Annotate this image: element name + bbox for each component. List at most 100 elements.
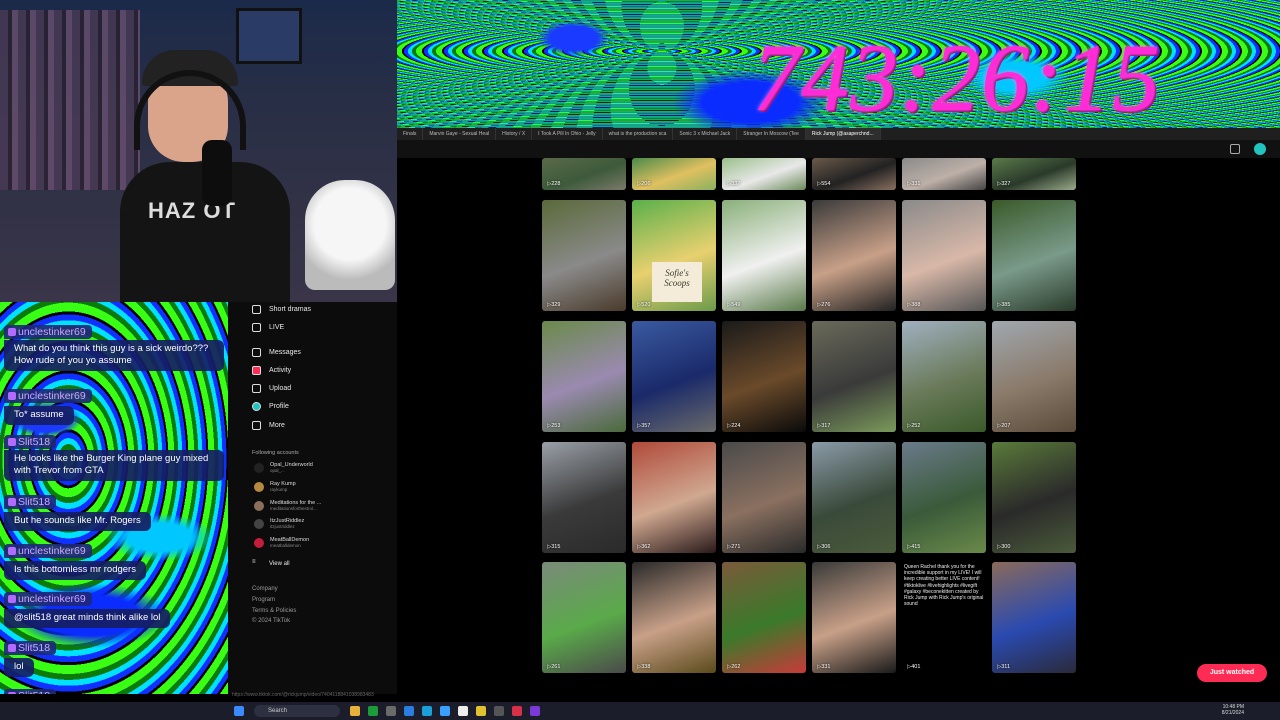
video-thumbnail[interactable]: 327 [992, 158, 1076, 190]
following-account[interactable]: Ray Kump raykump [254, 481, 296, 492]
file-explorer-icon[interactable] [350, 706, 360, 716]
video-thumbnail[interactable]: 337 [722, 158, 806, 190]
sidebar-item-short-dramas[interactable]: Short dramas [252, 305, 311, 314]
view-count: 415 [907, 544, 920, 550]
browser-tab[interactable]: Sonic 3 x Michael Jack [673, 128, 738, 140]
view-count: 311 [997, 664, 1010, 670]
chat-message-text: @slit518 great minds think alike lol [4, 609, 171, 628]
video-thumbnail[interactable]: 206 [632, 158, 716, 190]
video-thumbnail[interactable]: 315 [542, 442, 626, 553]
video-thumbnail[interactable]: 276 [812, 200, 896, 311]
chat-username[interactable]: unclestinker69 [4, 544, 92, 558]
video-thumbnail[interactable]: 271 [722, 442, 806, 553]
footer-link[interactable]: Terms & Policies [252, 608, 296, 614]
chat-username[interactable]: unclestinker69 [4, 325, 92, 339]
stream-timer: 743:26:15 [752, 24, 1161, 131]
video-thumbnail[interactable]: 549 [722, 200, 806, 311]
chat-username[interactable]: Slit518 [4, 435, 57, 449]
following-account[interactable]: Meditations for the ... meditationsforthe… [254, 500, 321, 511]
browser-tab[interactable]: Rick Jump (@asaperchnd... [805, 128, 881, 140]
chat-username[interactable]: Slit518 [4, 689, 57, 694]
app-icon-3[interactable] [512, 706, 522, 716]
chrome-icon[interactable] [458, 706, 468, 716]
account-handle: meditationsforthestrol... [270, 506, 317, 511]
sidebar-item-profile[interactable]: Profile [252, 402, 289, 411]
footer-link[interactable]: Company [252, 586, 278, 592]
sidebar-item-live[interactable]: LIVE [252, 323, 284, 332]
sidebar-item-more[interactable]: More [252, 421, 285, 430]
sidebar-item-upload[interactable]: Upload [252, 384, 291, 393]
video-thumbnail[interactable]: 262 [722, 562, 806, 673]
video-thumbnail[interactable]: 520Sofie's Scoops [632, 200, 716, 311]
video-thumbnail[interactable]: 311 [992, 562, 1076, 673]
avatar [254, 481, 264, 492]
browser-tab[interactable]: Marvin Gaye - Sexual Heal [423, 128, 497, 140]
view-count: 327 [997, 181, 1010, 187]
folder-icon[interactable] [476, 706, 486, 716]
video-thumbnail[interactable]: 362 [632, 442, 716, 553]
browser-tab[interactable]: Finals [397, 128, 424, 140]
chat-message-text: Is this bottomless mr rodgers [4, 561, 146, 580]
video-thumbnail[interactable]: 385 [992, 200, 1076, 311]
chat-username[interactable]: unclestinker69 [4, 389, 92, 403]
video-thumbnail[interactable]: 300 [992, 442, 1076, 553]
sidebar-item-label: More [269, 422, 285, 429]
video-thumbnail[interactable]: 388 [902, 200, 986, 311]
taskbar-search[interactable]: Search [254, 705, 340, 717]
video-thumbnail[interactable]: 228 [542, 158, 626, 190]
settings-icon[interactable] [1230, 144, 1240, 154]
view-count: 315 [547, 544, 560, 550]
video-thumbnail[interactable]: 401 Queen Rachel thank you for the incred… [902, 562, 986, 673]
app-icon-2[interactable] [494, 706, 504, 716]
video-thumbnail[interactable]: 261 [542, 562, 626, 673]
sidebar-item-messages[interactable]: Messages [252, 348, 301, 357]
view-all-link[interactable]: ≡ View all [252, 559, 290, 568]
sidebar-item-label: LIVE [269, 324, 285, 331]
following-account[interactable]: Opal_Underworld opal_... [254, 462, 313, 473]
video-thumbnail[interactable]: 357 [632, 321, 716, 432]
xbox-icon[interactable] [368, 706, 378, 716]
browser-tab[interactable]: Stranger In Moscow (Tee [737, 128, 806, 140]
video-thumbnail[interactable]: 253 [542, 321, 626, 432]
app-icon-4[interactable] [530, 706, 540, 716]
chat-username[interactable]: unclestinker69 [4, 592, 92, 606]
video-thumbnail[interactable]: 224 [722, 321, 806, 432]
video-thumbnail[interactable]: 252 [902, 321, 986, 432]
browser-icon[interactable] [404, 706, 414, 716]
steam-icon[interactable] [422, 706, 432, 716]
chat-username[interactable]: Slit518 [4, 641, 57, 655]
just-watched-button[interactable]: Just watched [1197, 664, 1267, 682]
video-thumbnail[interactable]: 331 [902, 158, 986, 190]
upload-icon [252, 384, 261, 393]
footer-link[interactable]: Program [252, 597, 275, 603]
video-thumbnail[interactable]: 415 [902, 442, 986, 553]
video-thumbnail[interactable]: 329 [542, 200, 626, 311]
video-thumbnail[interactable]: 207 [992, 321, 1076, 432]
browser-tab[interactable]: History / X [496, 128, 533, 140]
following-account[interactable]: MeatBallDemon meatballdemon [254, 537, 309, 548]
video-thumbnail[interactable]: 331 [812, 562, 896, 673]
sidebar-item-activity[interactable]: Activity [252, 366, 291, 375]
view-count: 228 [547, 181, 560, 187]
subscriber-badge-icon [8, 644, 16, 653]
chat-panel: unclestinker69 What do you think this guy… [0, 302, 228, 694]
view-count: 306 [817, 544, 830, 550]
windows-start-icon[interactable] [234, 706, 244, 716]
video-thumbnail[interactable]: 317 [812, 321, 896, 432]
video-thumbnail[interactable]: 338 [632, 562, 716, 673]
windows-taskbar: Search [0, 702, 1280, 720]
browser-tab[interactable]: I Took A Pill In Ohio - Jelly [532, 128, 603, 140]
calculator-icon[interactable] [386, 706, 396, 716]
video-thumbnail[interactable]: 306 [812, 442, 896, 553]
view-count: 362 [637, 544, 650, 550]
view-count: 331 [907, 181, 920, 187]
extension-icon[interactable] [1254, 143, 1266, 155]
video-thumbnail[interactable]: 554 [812, 158, 896, 190]
chat-message: unclestinker69 Is this bottomless mr rodg… [4, 541, 146, 580]
app-icon[interactable] [440, 706, 450, 716]
following-account[interactable]: ItzJustRiddlez itzjustriddlez [254, 518, 304, 529]
view-count: 317 [817, 423, 830, 429]
chat-username[interactable]: Slit518 [4, 495, 57, 509]
browser-tab[interactable]: what is the production sca [603, 128, 674, 140]
subscriber-badge-icon [8, 328, 16, 337]
